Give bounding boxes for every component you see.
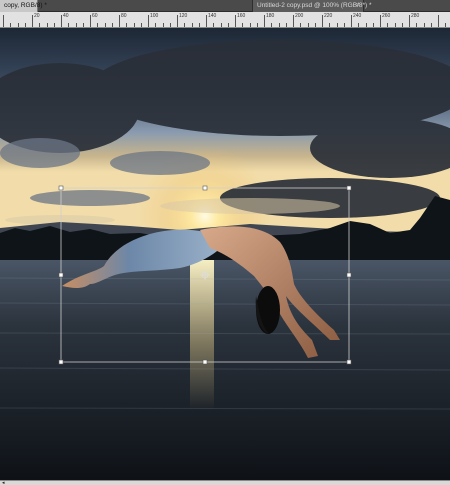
ruler-label: 200 (295, 13, 304, 19)
ruler-tick (213, 23, 215, 27)
ruler-tick (68, 23, 70, 27)
tab-untitled-2-copy-label: Untitled-2 copy.psd @ 100% (RGB/8*) * (257, 2, 372, 9)
ruler-tick (307, 23, 309, 27)
ruler-tick (104, 23, 106, 27)
ruler-tick (445, 23, 447, 27)
ruler-tick (271, 23, 273, 27)
ruler-tick (220, 23, 222, 27)
ruler-tick (61, 15, 62, 27)
ruler-tick (206, 15, 207, 27)
status-bar: ◂ (0, 480, 450, 485)
canvas-image (0, 28, 450, 480)
transform-handle-top-right[interactable] (346, 185, 352, 191)
ruler-tick (155, 23, 157, 27)
ruler-tick (300, 23, 302, 27)
transform-handle-bottom-left[interactable] (58, 359, 64, 365)
ruler-tick (380, 15, 381, 27)
ruler-tick (372, 23, 374, 27)
ruler-tick (24, 23, 26, 27)
ruler-tick (322, 15, 323, 27)
status-arrow-icon[interactable]: ◂ (2, 480, 5, 485)
ruler-label: 80 (121, 13, 127, 19)
transform-handle-middle-right[interactable] (346, 272, 352, 278)
ruler-tick (278, 23, 280, 27)
ruler-tick (90, 15, 91, 27)
ruler-tick (39, 23, 41, 27)
horizontal-ruler[interactable]: 20 40 60 80 100 120 140 160 180 200 220 240 260 280 (0, 12, 450, 28)
ruler-tick (416, 23, 418, 27)
ruler-tick (394, 23, 396, 27)
transform-handle-middle-left[interactable] (58, 272, 64, 278)
document-canvas[interactable] (0, 28, 450, 480)
ruler-tick (256, 23, 258, 27)
ruler-label: 60 (92, 13, 98, 19)
ruler-tick (97, 23, 99, 27)
transform-handle-top-center[interactable] (202, 185, 208, 191)
ruler-tick (133, 23, 135, 27)
transform-handle-bottom-right[interactable] (346, 359, 352, 365)
ruler-tick (198, 23, 200, 27)
ruler-tick (177, 15, 178, 27)
ruler-tick (329, 23, 331, 27)
close-icon[interactable]: × (356, 0, 360, 12)
ruler-tick (336, 23, 338, 27)
ruler-tick (82, 23, 84, 27)
ruler-tick (140, 23, 142, 27)
ruler-tick (184, 23, 186, 27)
ruler-label: 20 (34, 13, 40, 19)
ruler-tick (169, 23, 171, 27)
ruler-label: 140 (208, 13, 217, 19)
ruler-tick (285, 23, 287, 27)
ruler-tick (53, 23, 55, 27)
ruler-tick (32, 15, 33, 27)
document-tab-bar: copy, RGB/8) * Untitled-2 copy.psd @ 100… (0, 0, 450, 12)
ruler-tick (235, 15, 236, 27)
ruler-tick (249, 23, 251, 27)
ruler-tick (343, 23, 345, 27)
ruler-label: 220 (324, 13, 333, 19)
ruler-tick (365, 23, 367, 27)
ruler-tick (430, 23, 432, 27)
ruler-tick (111, 23, 113, 27)
ruler-label: 260 (382, 13, 391, 19)
ruler-label: 160 (237, 13, 246, 19)
ruler-tick (358, 23, 360, 27)
ruler-tick (10, 23, 12, 27)
ruler-tick (438, 15, 439, 27)
transform-handle-top-left[interactable] (58, 185, 64, 191)
ruler-tick (227, 23, 229, 27)
ruler-tick (148, 15, 149, 27)
ruler-tick (293, 15, 294, 27)
ruler-label: 40 (63, 13, 69, 19)
transform-handle-bottom-center[interactable] (202, 359, 208, 365)
ruler-tick (423, 23, 425, 27)
ruler-tick (314, 23, 316, 27)
ruler-tick (351, 15, 352, 27)
ruler-label: 120 (179, 13, 188, 19)
tab-untitled-2-copy[interactable]: Untitled-2 copy.psd @ 100% (RGB/8*) * × (252, 0, 372, 12)
tab-current-document[interactable]: copy, RGB/8) * (0, 0, 47, 12)
ruler-label: 180 (266, 13, 275, 19)
ruler-tick (242, 23, 244, 27)
ruler-label: 280 (411, 13, 420, 19)
ruler-tick (191, 23, 193, 27)
ruler-tick (126, 23, 128, 27)
ruler-tick (409, 15, 410, 27)
ruler-tick (401, 23, 403, 27)
ruler-tick (387, 23, 389, 27)
tab-current-document-label: copy, RGB/8) * (4, 2, 47, 9)
ruler-tick (3, 15, 4, 27)
ruler-tick (119, 15, 120, 27)
ruler-tick (17, 23, 19, 27)
ruler-label: 240 (353, 13, 362, 19)
ruler-tick (162, 23, 164, 27)
ruler-tick (75, 23, 77, 27)
ruler-label: 100 (150, 13, 159, 19)
ruler-tick (46, 23, 48, 27)
ruler-tick (264, 15, 265, 27)
